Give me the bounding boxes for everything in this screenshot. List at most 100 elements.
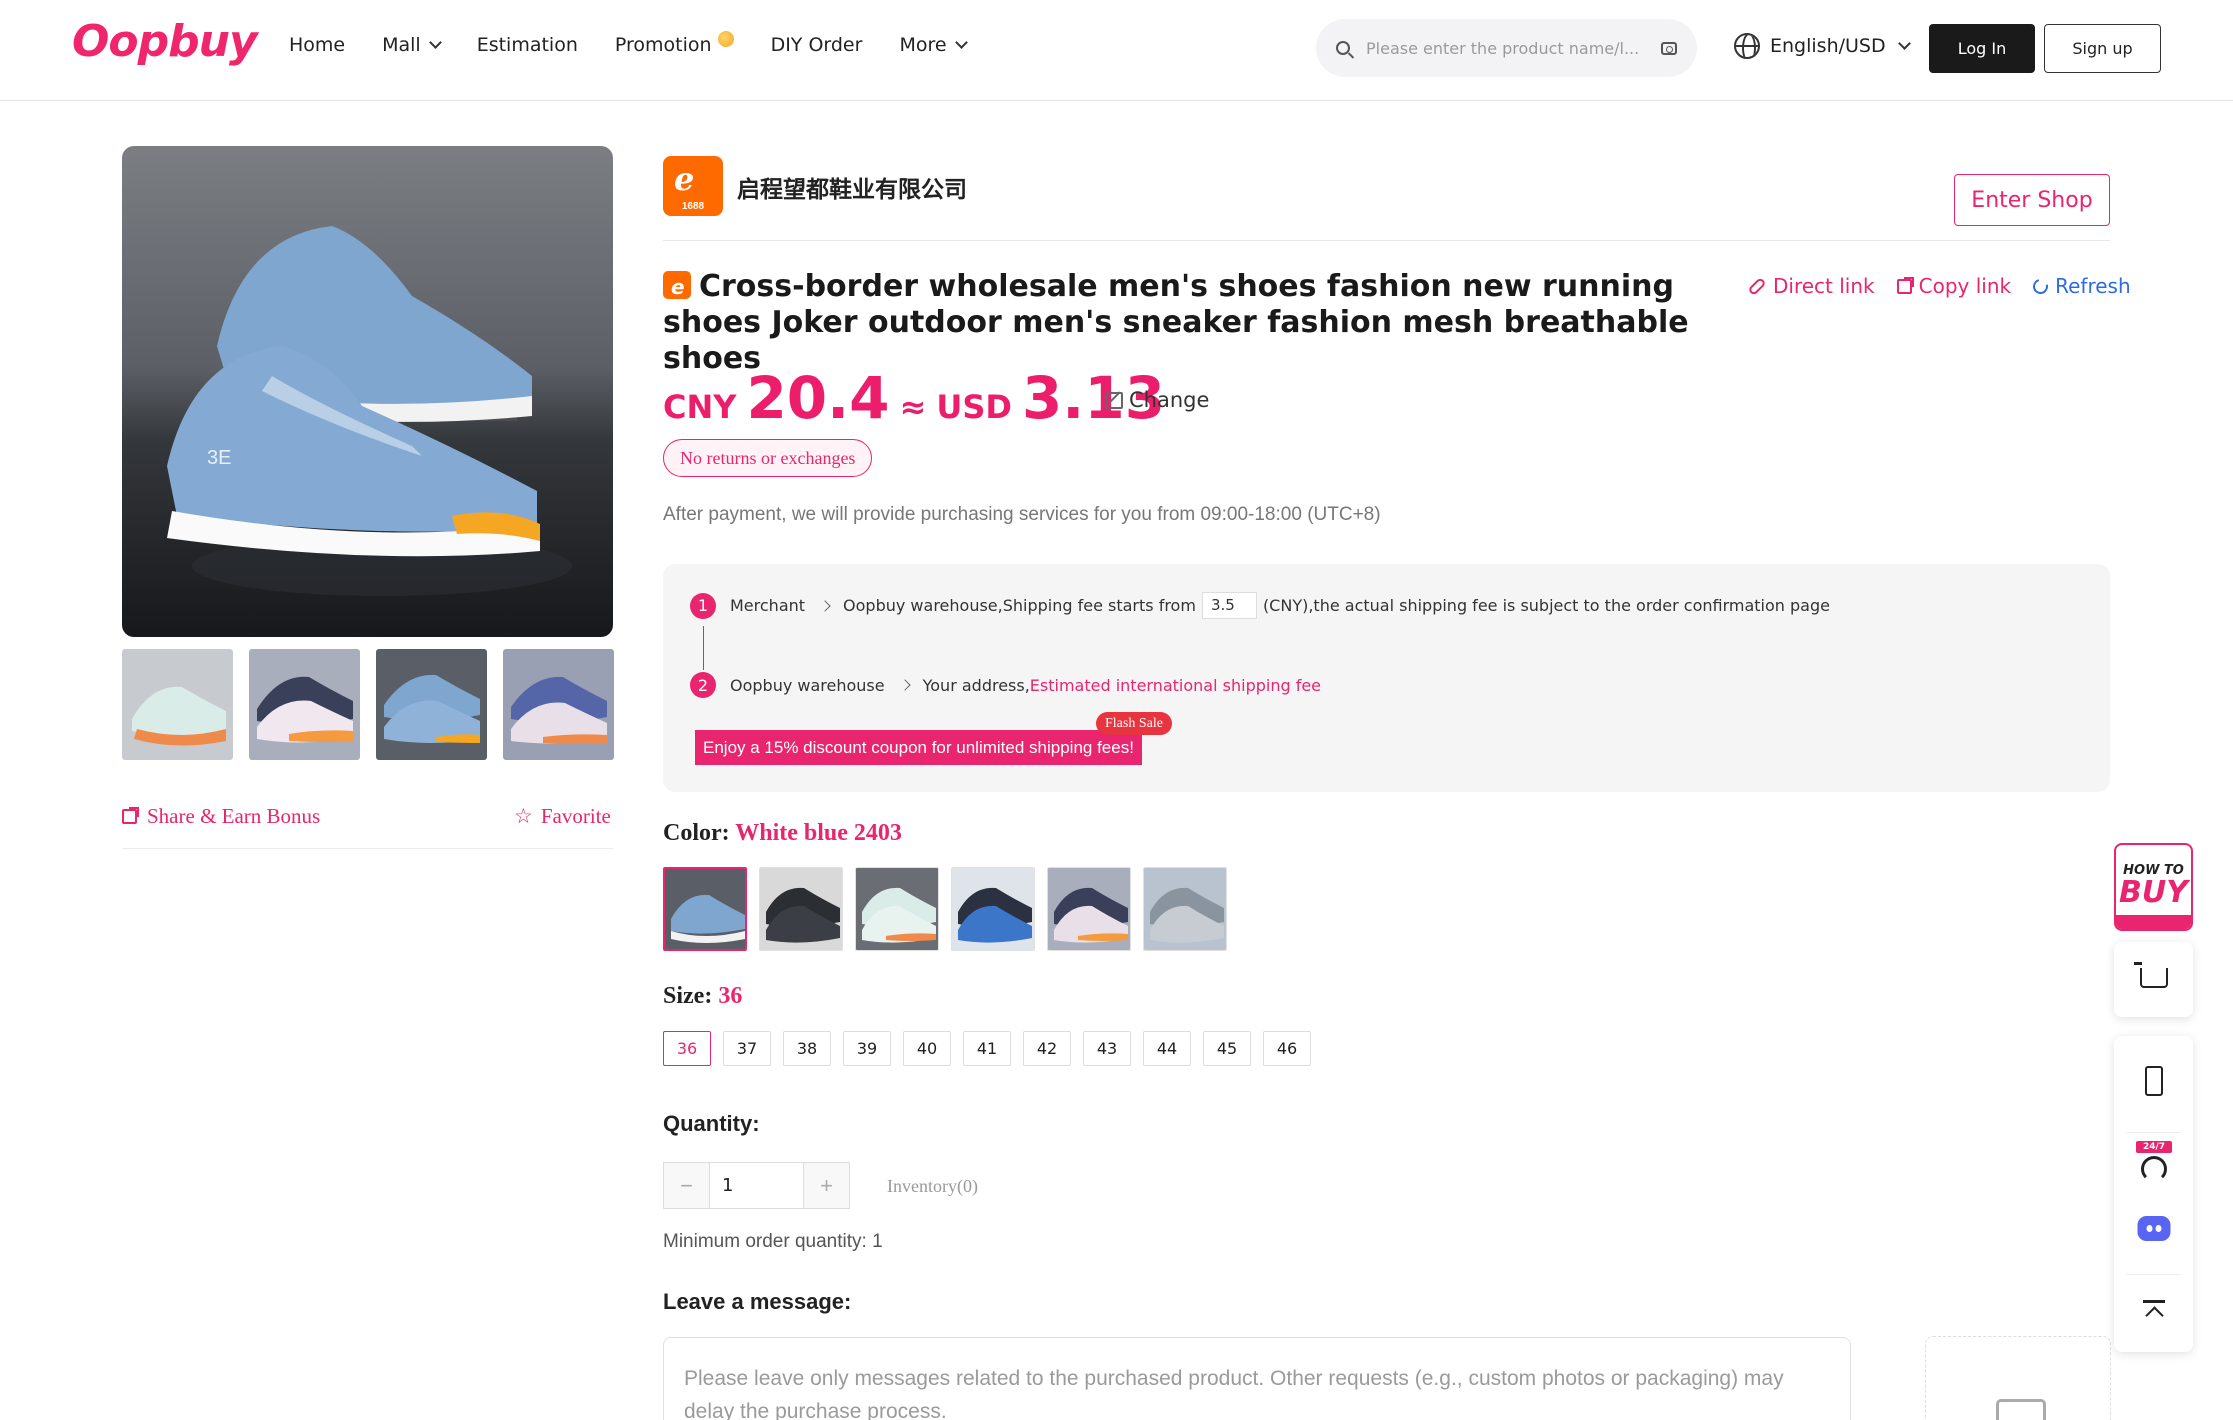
search-icon[interactable] — [1336, 41, 1350, 55]
chevron-down-icon — [954, 36, 968, 49]
change-currency-button[interactable]: Change — [1106, 388, 1209, 412]
size-option[interactable]: 46 — [1263, 1031, 1311, 1066]
shop-name[interactable]: 启程望都鞋业有限公司 — [737, 170, 967, 204]
divider — [2126, 1132, 2181, 1133]
nav-promotion[interactable]: Promotion — [614, 31, 734, 56]
cny-label: CNY — [663, 388, 737, 426]
enter-shop-button[interactable]: Enter Shop — [1954, 174, 2110, 226]
shop-1688-logo: e 1688 — [663, 156, 723, 216]
minimum-order-note: Minimum order quantity: 1 — [663, 1231, 883, 1252]
size-option[interactable]: 41 — [963, 1031, 1011, 1066]
signup-button[interactable]: Sign up — [2044, 24, 2161, 73]
image-upload-area[interactable] — [1925, 1336, 2111, 1420]
product-links: Direct link Copy link Refresh — [1747, 274, 2131, 298]
chevron-right-icon — [819, 599, 831, 612]
color-label-text: Color: — [663, 820, 730, 846]
link-icon — [1747, 276, 1767, 296]
source-1688-icon — [663, 269, 691, 305]
selected-size: 36 — [718, 983, 743, 1009]
size-option[interactable]: 44 — [1143, 1031, 1191, 1066]
color-swatch[interactable] — [951, 867, 1035, 951]
size-option[interactable]: 42 — [1023, 1031, 1071, 1066]
shipping-fee-value: 3.5 — [1201, 592, 1257, 619]
nav-promotion-label: Promotion — [614, 34, 712, 56]
promotion-dot-icon — [717, 31, 734, 47]
share-icon — [122, 807, 139, 824]
how-to-buy-line2: BUY — [2119, 875, 2188, 910]
share-label: Share & Earn Bonus — [147, 804, 321, 828]
color-swatch[interactable] — [663, 867, 747, 951]
language-selector[interactable]: English/USD — [1734, 33, 1911, 59]
size-option[interactable]: 40 — [903, 1031, 951, 1066]
how-to-buy-button[interactable]: HOW TO BUY — [2114, 843, 2193, 931]
camera-icon[interactable] — [1661, 41, 1677, 55]
support-badge: 24/7 — [2136, 1141, 2172, 1153]
nav-diy-order-label: DIY Order — [770, 34, 863, 56]
size-option[interactable]: 36 — [663, 1031, 711, 1066]
shipping-info-panel: 1 Merchant Oopbuy warehouse,Shipping fee… — [663, 564, 2110, 792]
nav-mall[interactable]: Mall — [382, 34, 442, 56]
shipping-coupon-banner[interactable]: Enjoy a 15% discount coupon for unlimite… — [695, 730, 1142, 765]
refresh-button[interactable]: Refresh — [2030, 274, 2131, 298]
step-number: 1 — [690, 592, 716, 619]
price-display: CNY 20.4 ≈ USD 3.13 — [663, 364, 1165, 432]
approx-sign: ≈ — [899, 388, 927, 426]
message-label: Leave a message: — [663, 1289, 852, 1314]
quantity-input[interactable] — [709, 1163, 804, 1208]
step-destination: Oopbuy warehouse,Shipping fee starts fro… — [843, 596, 1196, 615]
color-swatch[interactable] — [1047, 867, 1131, 951]
thumbnail-image[interactable] — [249, 649, 360, 760]
share-earn-button[interactable]: Share & Earn Bonus — [122, 804, 320, 829]
copy-icon — [1896, 276, 1914, 294]
direct-link-label: Direct link — [1773, 274, 1875, 298]
color-swatch[interactable] — [855, 867, 939, 951]
language-label: English/USD — [1770, 35, 1886, 57]
cart-icon[interactable] — [2133, 962, 2168, 988]
estimate-shipping-link[interactable]: Estimated international shipping fee — [1030, 676, 1321, 695]
size-option[interactable]: 45 — [1203, 1031, 1251, 1066]
login-button[interactable]: Log In — [1929, 24, 2035, 73]
divider — [122, 848, 613, 849]
thumbnail-image[interactable] — [503, 649, 614, 760]
no-returns-badge: No returns or exchanges — [663, 439, 873, 477]
main-nav: Home Mall Estimation Promotion DIY Order… — [289, 31, 1003, 56]
nav-more[interactable]: More — [899, 34, 968, 56]
size-label: Size: 36 — [663, 983, 742, 1010]
mobile-app-icon[interactable] — [2144, 1066, 2163, 1096]
nav-home[interactable]: Home — [289, 34, 345, 56]
site-logo[interactable]: Oopbuy — [72, 16, 258, 67]
step-origin: Oopbuy warehouse — [730, 675, 885, 695]
direct-link-button[interactable]: Direct link — [1747, 274, 1875, 298]
divider — [2126, 1274, 2181, 1275]
size-option[interactable]: 38 — [783, 1031, 831, 1066]
chevron-right-icon — [898, 679, 911, 691]
thumbnail-image[interactable] — [376, 649, 487, 760]
size-options: 36 37 38 39 40 41 42 43 44 45 46 — [663, 1031, 1311, 1066]
size-option[interactable]: 39 — [843, 1031, 891, 1066]
nav-more-label: More — [899, 34, 947, 56]
shipping-fee-note: (CNY),the actual shipping fee is subject… — [1262, 596, 1830, 615]
color-swatch[interactable] — [759, 867, 843, 951]
thumbnail-strip — [122, 649, 614, 760]
size-option[interactable]: 37 — [723, 1031, 771, 1066]
quantity-stepper: − + — [663, 1162, 850, 1209]
nav-diy-order[interactable]: DIY Order — [771, 34, 863, 56]
main-product-image[interactable]: 3E — [122, 146, 613, 637]
shipping-step-2: 2 Oopbuy warehouse Your address, Estimat… — [690, 672, 1321, 698]
size-option[interactable]: 43 — [1083, 1031, 1131, 1066]
customer-support-icon[interactable] — [2140, 1156, 2167, 1182]
nav-mall-label: Mall — [382, 34, 421, 56]
message-textarea[interactable]: Please leave only messages related to th… — [663, 1337, 1851, 1420]
back-to-top-icon[interactable] — [2142, 1300, 2165, 1322]
discord-icon[interactable] — [2137, 1216, 2170, 1241]
thumbnail-image[interactable] — [122, 649, 233, 760]
chevron-down-icon — [428, 36, 442, 49]
copy-link-button[interactable]: Copy link — [1896, 274, 2011, 298]
favorite-button[interactable]: ☆ Favorite — [514, 804, 611, 829]
search-input[interactable] — [1366, 38, 1661, 58]
quantity-label: Quantity: — [663, 1111, 760, 1136]
quantity-decrement-button[interactable]: − — [664, 1163, 709, 1208]
nav-estimation[interactable]: Estimation — [477, 34, 578, 56]
quantity-increment-button[interactable]: + — [804, 1163, 849, 1208]
color-swatch[interactable] — [1143, 867, 1227, 951]
